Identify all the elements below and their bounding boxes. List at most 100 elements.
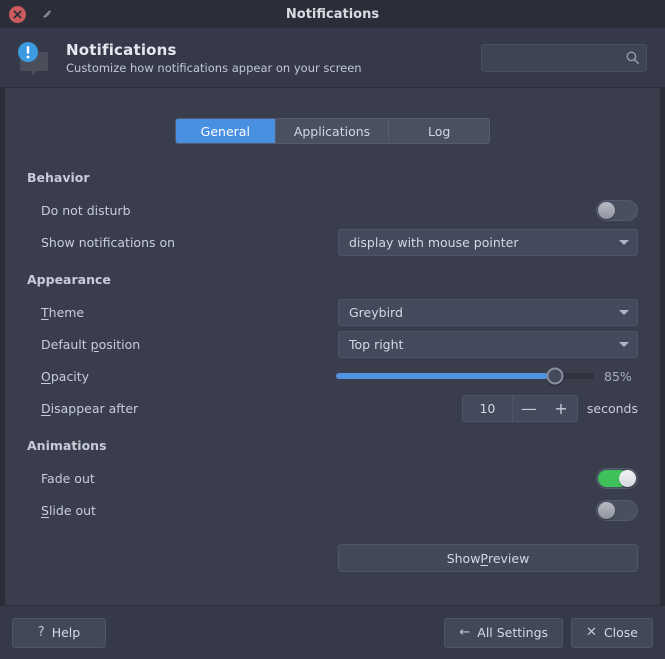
chevron-down-icon (619, 309, 629, 315)
all-settings-button-label: All Settings (477, 625, 549, 640)
toggle-slide-out[interactable] (596, 499, 638, 521)
toggle-fade-out[interactable] (596, 467, 638, 489)
label-disappear-after-mnemonic: D (41, 400, 51, 416)
label-slide-out-post: lide out (48, 502, 96, 518)
window-close-button[interactable] (9, 5, 26, 23)
stepper-increment-button[interactable]: + (545, 396, 577, 421)
slider-opacity[interactable] (336, 367, 594, 385)
row-slide-out: Slide out (27, 494, 638, 526)
page-subtitle: Customize how notifications appear on yo… (66, 60, 362, 75)
behavior-rows: Do not disturb Show notifications on dis… (27, 194, 638, 258)
chevron-down-icon (619, 341, 629, 347)
label-default-position-post: osition (98, 336, 141, 352)
control-show-notifications-on: display with mouse pointer (338, 228, 638, 256)
dialog-header: Notifications Customize how notification… (0, 28, 665, 88)
animations-rows: Fade out Slide out (27, 462, 638, 526)
dialog-header-texts: Notifications Customize how notification… (66, 41, 362, 75)
appearance-rows: Theme Greybird Default position Top righ… (27, 296, 638, 424)
window-shade-icon (43, 10, 52, 19)
window-titlebar: Notifications (0, 0, 665, 28)
label-opacity: Opacity (41, 369, 89, 384)
tab-applications[interactable]: Applications (276, 119, 390, 143)
help-button-label: Help (51, 625, 81, 640)
notifications-settings-window: Notifications Notifications Customize ho… (0, 0, 665, 659)
toggle-knob (619, 469, 636, 487)
preview-row: Show Preview (27, 544, 638, 572)
close-button[interactable]: ✕ Close (571, 617, 653, 648)
label-disappear-after: Disappear after (41, 401, 138, 416)
toggle-do-not-disturb[interactable] (596, 199, 638, 221)
row-show-notifications-on: Show notifications on display with mouse… (27, 226, 638, 258)
chevron-down-icon (619, 239, 629, 245)
label-default-position-mnemonic: p (90, 336, 99, 352)
stepper-value[interactable]: 10 (463, 395, 513, 421)
row-theme: Theme Greybird (27, 296, 638, 328)
row-disappear-after: Disappear after 10 — + seconds (27, 392, 638, 424)
window-title: Notifications (285, 6, 380, 22)
cross-icon: ✕ (586, 625, 597, 640)
settings-content: General Applications Log Behavior Do not… (0, 88, 665, 605)
tab-general[interactable]: General (175, 119, 276, 143)
search-input[interactable] (490, 50, 625, 65)
row-opacity: Opacity 85% (27, 360, 638, 392)
label-opacity-post: pacity (50, 368, 90, 384)
dropdown-value: Top right (349, 336, 404, 352)
stepper-decrement-button[interactable]: — (513, 396, 545, 421)
control-fade-out (596, 467, 638, 489)
tab-bar-row: General Applications Log (27, 118, 638, 144)
close-button-label: Close (603, 625, 638, 640)
stepper-unit-label: seconds (586, 400, 638, 416)
label-fade-out: Fade out (41, 470, 95, 486)
label-theme-post: heme (48, 304, 85, 320)
dialog-footer: ? Help ← All Settings ✕ Close (0, 605, 665, 659)
show-preview-label-post: review (487, 550, 530, 566)
control-slide-out (596, 499, 638, 521)
label-disappear-after-post: isappear after (50, 400, 139, 416)
row-default-position: Default position Top right (27, 328, 638, 360)
dropdown-theme[interactable]: Greybird (338, 298, 638, 326)
label-slide-out: Slide out (41, 503, 96, 518)
search-icon (625, 50, 640, 65)
row-do-not-disturb: Do not disturb (27, 194, 638, 226)
show-preview-label-mnemonic: P (480, 550, 488, 566)
label-opacity-mnemonic: O (41, 368, 51, 384)
control-theme: Greybird (338, 298, 638, 326)
label-show-notifications-on: Show notifications on (41, 234, 176, 250)
control-default-position: Top right (338, 330, 638, 358)
search-box[interactable] (481, 43, 647, 72)
all-settings-button[interactable]: ← All Settings (444, 617, 564, 648)
tab-log[interactable]: Log (389, 119, 489, 143)
window-controls (0, 5, 54, 23)
window-shade-button[interactable] (40, 7, 54, 21)
label-default-position: Default position (41, 337, 140, 352)
tab-bar: General Applications Log (174, 118, 491, 144)
section-title-behavior: Behavior (27, 170, 90, 185)
opacity-value: 85% (604, 368, 632, 384)
question-mark-icon: ? (37, 625, 45, 640)
label-theme-mnemonic: T (41, 304, 49, 320)
toggle-knob (598, 501, 615, 519)
label-do-not-disturb: Do not disturb (41, 202, 131, 218)
slider-fill (336, 373, 556, 379)
label-theme: Theme (41, 305, 84, 320)
page-title: Notifications (66, 40, 177, 59)
dropdown-default-position[interactable]: Top right (338, 330, 638, 358)
search-area (481, 43, 647, 72)
toggle-knob (598, 201, 615, 219)
show-preview-label-pre: Show (446, 550, 481, 566)
show-preview-button[interactable]: Show Preview (338, 544, 638, 572)
dropdown-show-notifications-on[interactable]: display with mouse pointer (338, 228, 638, 256)
label-slide-out-mnemonic: S (41, 502, 49, 518)
slider-handle[interactable] (546, 367, 564, 385)
section-title-animations: Animations (27, 438, 107, 453)
dropdown-value: display with mouse pointer (349, 234, 519, 250)
dropdown-value: Greybird (349, 304, 403, 320)
label-default-position-pre: Default (41, 336, 91, 352)
control-do-not-disturb (596, 199, 638, 221)
arrow-left-icon: ← (459, 625, 471, 640)
quantity-stepper[interactable]: 10 — + (461, 394, 578, 422)
control-opacity: 85% (336, 367, 638, 385)
window-close-icon (9, 5, 26, 23)
help-button[interactable]: ? Help (12, 617, 106, 648)
row-fade-out: Fade out (27, 462, 638, 494)
